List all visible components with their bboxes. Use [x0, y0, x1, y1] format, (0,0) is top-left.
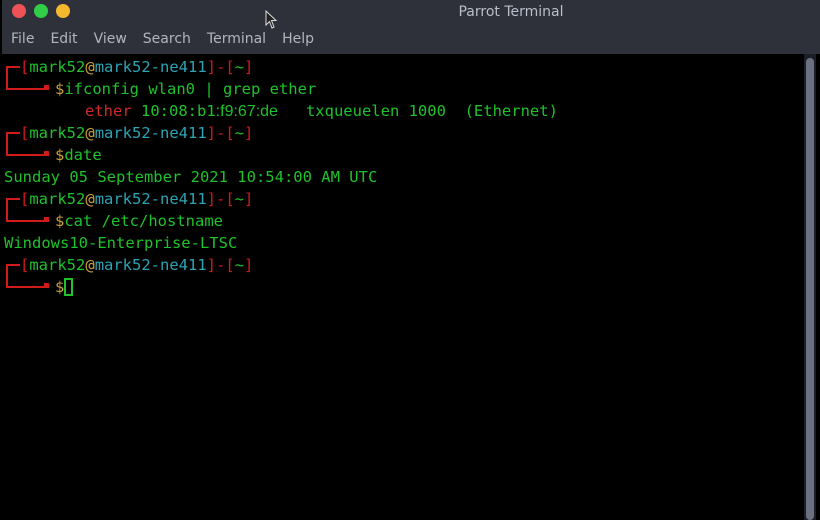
menu-edit[interactable]: Edit [50, 31, 77, 47]
menu-file[interactable]: File [11, 31, 34, 47]
menu-bar: File Edit View Search Terminal Help [11, 31, 330, 47]
output-line: Sunday 05 September 2021 10:54:00 AM UTC [4, 168, 378, 186]
prompt-line: [mark52@mark52-ne411]-[~] [20, 58, 254, 76]
output-line: Windows10-Enterprise-LTSC [4, 234, 238, 252]
menu-help[interactable]: Help [282, 31, 314, 47]
menu-search[interactable]: Search [143, 31, 191, 47]
menu-terminal[interactable]: Terminal [207, 31, 266, 47]
prompt-line: [mark52@mark52-ne411]-[~] [20, 256, 254, 274]
prompt-arrow-icon [44, 283, 49, 288]
terminal-output[interactable]: [mark52@mark52-ne411]-[~] $ifconfig wlan… [2, 54, 806, 520]
scrollbar[interactable] [804, 54, 816, 520]
command-line: $ifconfig wlan0 | grep ether [55, 80, 317, 98]
title-bar: Parrot Terminal File Edit View Search Te… [2, 0, 820, 54]
window-title: Parrot Terminal [458, 4, 564, 20]
mouse-pointer-icon [265, 10, 278, 29]
command-line: $date [55, 146, 102, 164]
menu-view[interactable]: View [94, 31, 127, 47]
prompt-arrow-icon [44, 85, 49, 90]
terminal-window: Parrot Terminal File Edit View Search Te… [2, 0, 820, 520]
command-line: $cat /etc/hostname [55, 212, 223, 230]
command-line[interactable]: $ [55, 276, 74, 298]
prompt-line: [mark52@mark52-ne411]-[~] [20, 124, 254, 142]
prompt-arrow-icon [44, 217, 49, 222]
text-cursor [64, 278, 74, 296]
prompt-line: [mark52@mark52-ne411]-[~] [20, 190, 254, 208]
scrollbar-thumb[interactable] [806, 58, 814, 520]
output-line: ether 10:08:b1:f9:67:de txqueuelen 1000 … [85, 102, 558, 120]
prompt-arrow-icon [44, 151, 49, 156]
